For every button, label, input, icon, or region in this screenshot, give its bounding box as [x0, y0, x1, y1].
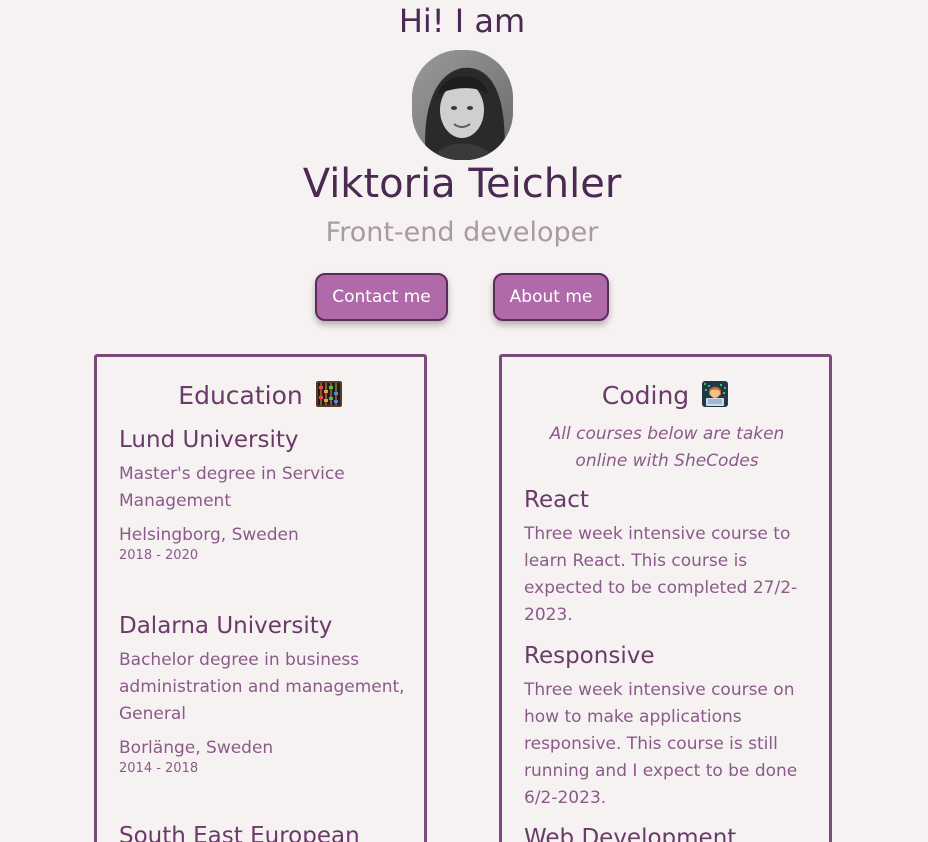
course-item: Web Development	[524, 823, 814, 842]
contact-me-button[interactable]: Contact me	[315, 273, 448, 321]
education-card: Education Lund University Master's degre…	[94, 354, 427, 842]
education-item: South East European	[119, 821, 414, 842]
years-text: 2014 - 2018	[119, 761, 199, 776]
course-name: Responsive	[524, 643, 655, 669]
degree-text: Bachelor degree in business administrati…	[119, 650, 405, 724]
school-name: South East European	[119, 823, 360, 842]
school-name: Lund University	[119, 427, 299, 453]
course-item: React Three week intensive course to lea…	[524, 485, 814, 629]
years-text: 2018 - 2020	[119, 548, 199, 563]
education-item: Lund University Master's degree in Servi…	[119, 425, 414, 565]
role-subtitle: Front-end developer	[325, 217, 599, 248]
portrait-photo	[412, 50, 513, 160]
education-title-text: Education	[178, 381, 303, 410]
portfolio-page: Hi! I am Viktoria Teichler Front-end dev…	[0, 0, 928, 842]
education-item: Dalarna University Bachelor degree in bu…	[119, 611, 414, 778]
abacus-icon	[315, 381, 342, 407]
about-me-button[interactable]: About me	[493, 273, 609, 321]
technologist-icon	[702, 381, 729, 407]
course-item: Responsive Three week intensive course o…	[524, 641, 814, 812]
coding-title-text: Coding	[601, 381, 690, 410]
name-heading: Viktoria Teichler	[302, 161, 622, 207]
location-text: Borlänge, Sweden	[119, 738, 274, 758]
course-desc: Three week intensive course to learn Rea…	[524, 524, 798, 625]
course-name: React	[524, 487, 589, 513]
location-text: Helsingborg, Sweden	[119, 525, 299, 545]
coding-title: Coding	[502, 379, 829, 413]
school-name: Dalarna University	[119, 613, 333, 639]
coding-card: Coding All courses below are taken onlin…	[499, 354, 832, 842]
course-desc: Three week intensive course on how to ma…	[524, 680, 798, 808]
education-title: Education	[97, 379, 424, 413]
avatar	[412, 50, 513, 160]
greeting-text: Hi! I am	[398, 2, 526, 40]
degree-text: Master's degree in Service Management	[119, 464, 345, 511]
course-name: Web Development	[524, 825, 737, 842]
courses-note: All courses below are taken online with …	[549, 424, 785, 471]
